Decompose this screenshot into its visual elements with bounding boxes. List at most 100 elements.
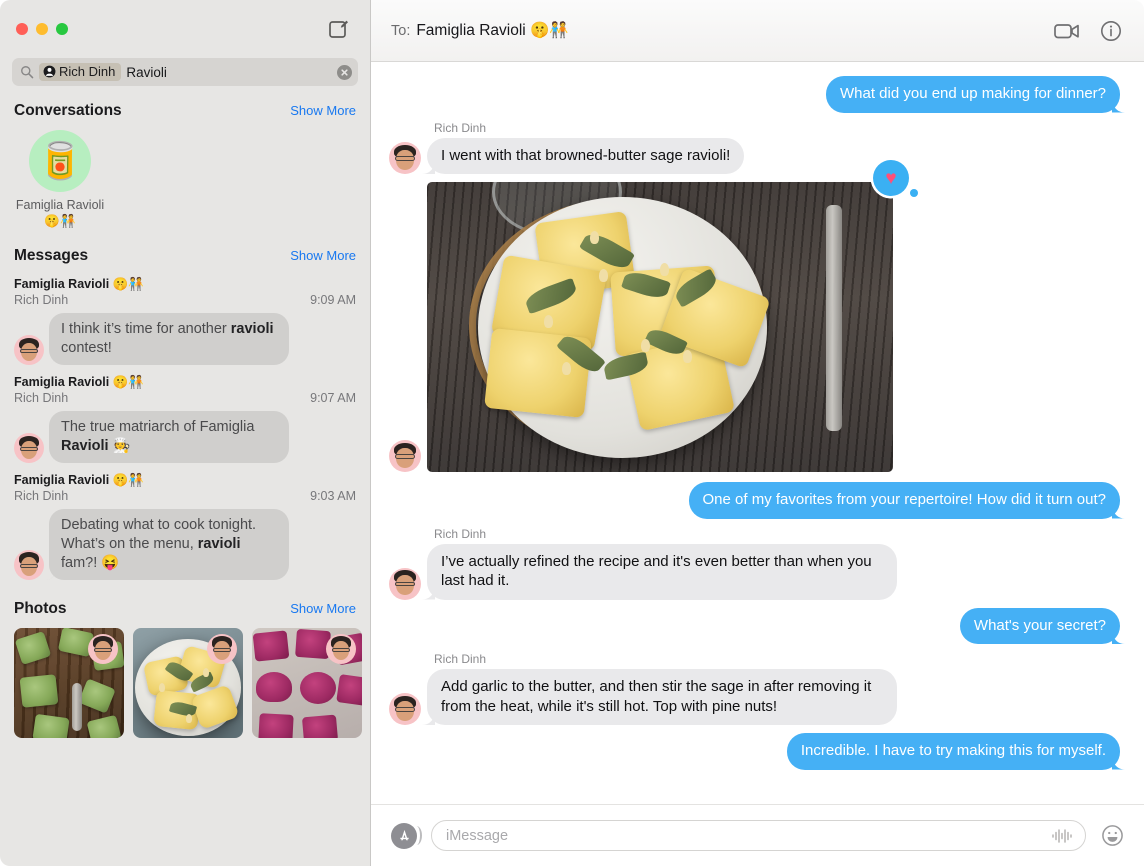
message-input[interactable]: iMessage [431,820,1086,851]
avatar [389,142,421,174]
incoming-message-row: Rich Dinh Add garlic to the butter, and t… [389,652,1120,725]
contact-icon [43,65,56,78]
avatar [207,634,237,665]
message-sender-name: Rich Dinh [434,120,487,135]
photo-attachment[interactable]: ♥ [427,160,918,472]
sidebar: Rich Dinh Ravioli Conversations Show Mor… [0,0,371,866]
message-result-item[interactable]: Famiglia Ravioli 🤫🧑‍🤝‍🧑 Rich Dinh 9:07 AM T… [0,371,370,469]
incoming-bubble-line: Add garlic to the butter, and then stir … [389,669,897,725]
emoji-smiley-icon[interactable] [1100,824,1124,848]
outgoing-message-bubble[interactable]: Incredible. I have to try making this fo… [786,733,1120,770]
message-result-item[interactable]: Famiglia Ravioli 🤫🧑‍🤝‍🧑 Rich Dinh 9:03 AM D… [0,469,370,586]
search-input[interactable]: Ravioli [126,65,167,80]
message-results-list: Famiglia Ravioli 🤫🧑‍🤝‍🧑 Rich Dinh 9:09 AM I… [0,267,370,586]
message-result-text: I think it’s time for another ravioli co… [49,313,289,366]
window-titlebar [0,0,370,58]
message-result-time: 9:03 AM [310,489,356,504]
zoom-button[interactable] [56,23,68,35]
incoming-message-bubble[interactable]: I went with that browned-butter sage rav… [427,137,745,174]
photos-list [0,620,370,752]
app-store-icon[interactable] [391,822,422,849]
conversations-title: Conversations [14,102,122,119]
outgoing-message-bubble[interactable]: What's your secret? [959,607,1120,644]
avatar [389,567,421,600]
photo-result-beet-ravioli[interactable] [252,628,362,739]
outgoing-message-bubble[interactable]: One of my favorites from your repertoire… [688,482,1120,519]
conversations-section-header: Conversations Show More [0,96,370,122]
photo-result-green-ravioli[interactable] [14,628,124,739]
messages-show-more[interactable]: Show More [290,248,356,263]
avatar [326,634,356,665]
fork [825,205,842,432]
tapback-heart-icon[interactable]: ♥ [873,160,918,197]
incoming-message-row: Rich Dinh I went with that browned-butter… [389,120,1120,174]
search-icon [21,66,34,79]
message-result-sender: Rich Dinh [14,489,69,504]
audio-waveform-icon[interactable] [1051,828,1073,844]
message-result-time: 9:09 AM [310,293,356,308]
conversations-show-more[interactable]: Show More [290,103,356,118]
avatar [14,433,44,464]
message-sender-name: Rich Dinh [434,526,487,541]
conversation-result-famiglia-ravioli[interactable]: 🥫 Famiglia Ravioli 🤫🧑‍🤝‍🧑 [14,130,106,229]
photos-show-more[interactable]: Show More [290,601,356,616]
memoji-face-icon [14,335,44,365]
avatar [88,634,118,665]
outgoing-message-bubble[interactable]: What did you end up making for dinner? [826,76,1120,113]
search-token-label: Rich Dinh [59,64,116,79]
recipient-name[interactable]: Famiglia Ravioli 🤫🧑‍🤝‍🧑 [416,21,568,40]
memoji-face-icon [389,440,421,472]
message-thread: What did you end up making for dinner? Ri… [371,62,1144,804]
messages-section-header: Messages Show More [0,241,370,267]
close-button[interactable] [16,23,28,35]
messages-title: Messages [14,247,89,265]
compose-icon[interactable] [328,18,350,40]
incoming-message-bubble[interactable]: Add garlic to the butter, and then stir … [427,669,897,725]
minimize-button[interactable] [36,23,48,35]
conversation-result-label: Famiglia Ravioli 🤫🧑‍🤝‍🧑 [15,198,105,228]
incoming-message-bubble[interactable]: I’ve actually refined the recipe and it'… [427,543,897,600]
incoming-message-group: Rich Dinh Add garlic to the butter, and t… [389,652,897,725]
sidebar-results: Conversations Show More 🥫 Famiglia Ravio… [0,96,370,866]
avatar [389,693,421,725]
message-result-text: The true matriarch of Famiglia Ravioli 🧑… [49,411,289,464]
avatar [14,550,44,581]
photo-result-sage-ravioli[interactable] [133,628,243,739]
info-icon[interactable] [1100,20,1122,42]
outgoing-message-row: What did you end up making for dinner? [389,76,1120,113]
incoming-bubble-line: I went with that browned-butter sage rav… [389,137,745,174]
message-result-item[interactable]: Famiglia Ravioli 🤫🧑‍🤝‍🧑 Rich Dinh 9:09 AM I… [0,273,370,371]
incoming-message-row: Rich Dinh I’ve actually refined the recip… [389,527,1120,600]
memoji-face-icon [389,142,421,174]
message-result-time: 9:07 AM [310,391,356,406]
memoji-face-icon [14,433,44,463]
video-camera-icon[interactable] [1054,22,1080,40]
message-result-bubble-row: The true matriarch of Famiglia Ravioli 🧑… [14,411,356,464]
message-result-sender: Rich Dinh [14,391,69,406]
memoji-face-icon [389,568,421,600]
conversation-pane: To: Famiglia Ravioli 🤫🧑‍🤝‍🧑 [371,0,1144,866]
clear-icon[interactable] [337,64,352,80]
message-result-sender: Rich Dinh [14,293,69,308]
message-result-bubble-row: I think it’s time for another ravioli co… [14,313,356,366]
messages-window: Rich Dinh Ravioli Conversations Show Mor… [0,0,1144,866]
canned-food-avatar-icon: 🥫 [29,130,91,192]
message-result-bubble-row: Debating what to cook tonight. What’s on… [14,509,356,581]
memoji-face-icon [14,550,44,580]
message-result-meta: Rich Dinh 9:07 AM [14,391,356,405]
traffic-lights [16,23,68,35]
conversation-header: To: Famiglia Ravioli 🤫🧑‍🤝‍🧑 [371,0,1144,62]
photo-message-row: ♥ [389,160,1120,472]
message-result-meta: Rich Dinh 9:03 AM [14,489,356,503]
message-result-conversation: Famiglia Ravioli 🤫🧑‍🤝‍🧑 [14,375,144,390]
photos-title: Photos [14,600,67,618]
incoming-message-group: Rich Dinh I’ve actually refined the recip… [389,527,897,600]
photos-section-header: Photos Show More [0,594,370,620]
search-field[interactable]: Rich Dinh Ravioli [12,58,358,86]
outgoing-message-row: One of my favorites from your repertoire… [389,482,1120,519]
outgoing-message-row: Incredible. I have to try making this fo… [389,733,1120,770]
compose-bar: iMessage [371,804,1144,866]
search-token-contact[interactable]: Rich Dinh [39,63,122,81]
incoming-message-group: Rich Dinh I went with that browned-butter… [389,120,745,174]
avatar [389,440,421,472]
